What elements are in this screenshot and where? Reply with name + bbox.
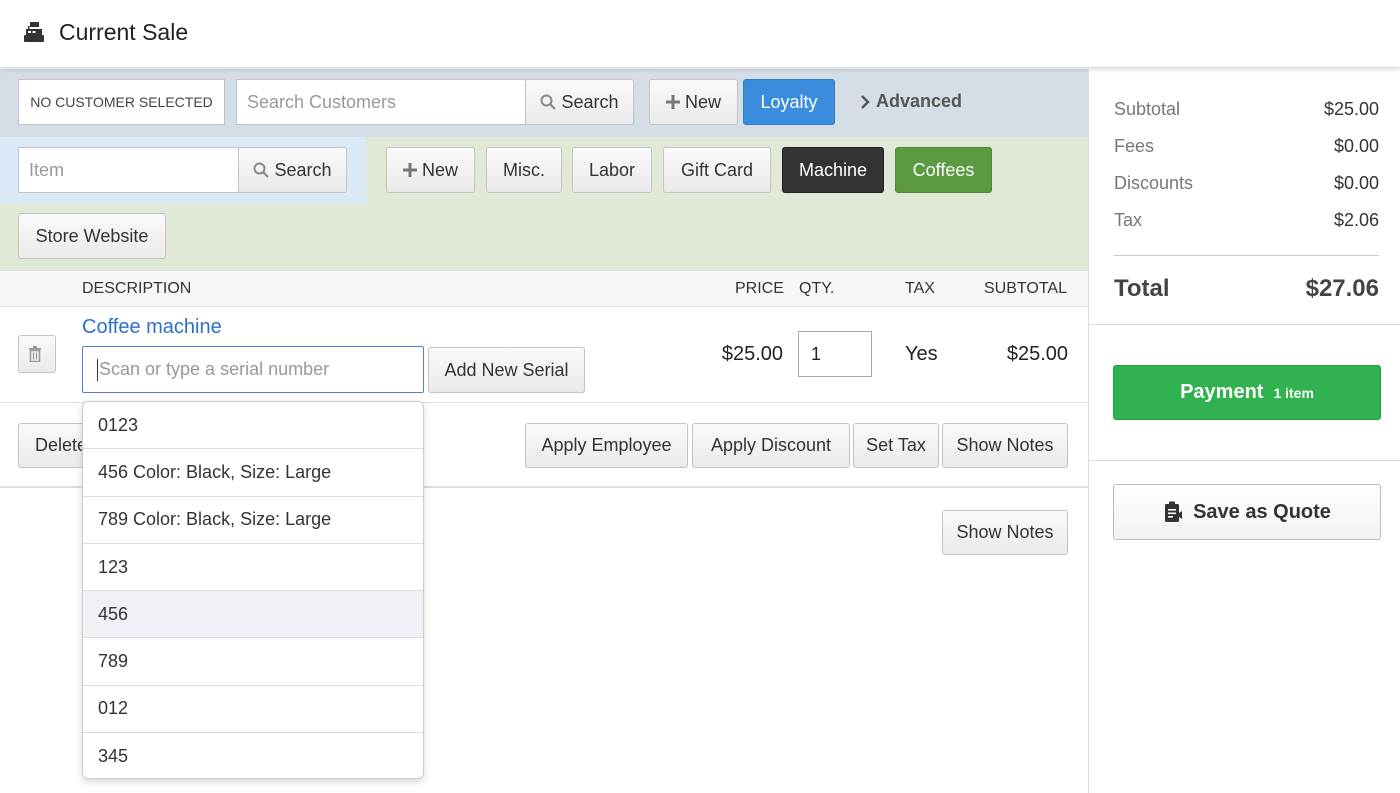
- list-item[interactable]: 123: [83, 544, 423, 592]
- quantity-input[interactable]: 1: [798, 331, 872, 377]
- item-search-input[interactable]: Item: [18, 147, 239, 193]
- total-value: $27.06: [1305, 275, 1379, 302]
- panel-divider: [1089, 460, 1400, 461]
- customer-search-input[interactable]: Search Customers: [236, 79, 526, 125]
- customer-status[interactable]: NO CUSTOMER SELECTED: [18, 79, 225, 125]
- apply-employee-button[interactable]: Apply Employee: [525, 423, 688, 468]
- machine-button[interactable]: Machine: [782, 147, 884, 193]
- coffees-button[interactable]: Coffees: [895, 147, 992, 193]
- plus-icon: [402, 163, 417, 177]
- serial-dropdown: 0123 456 Color: Black, Size: Large 789 C…: [82, 401, 424, 779]
- sale-show-notes-button[interactable]: Show Notes: [942, 510, 1068, 555]
- list-item[interactable]: 012: [83, 686, 423, 734]
- tax-row: Tax $2.06: [1114, 210, 1379, 231]
- item-search-label: Search: [274, 159, 332, 180]
- gift-card-button[interactable]: Gift Card: [663, 147, 771, 193]
- plus-icon: [665, 95, 680, 109]
- search-icon: [540, 94, 557, 110]
- item-price: $25.00: [721, 343, 783, 365]
- list-item[interactable]: 0123: [83, 402, 423, 450]
- misc-button[interactable]: Misc.: [486, 147, 562, 193]
- summary-divider: [1114, 255, 1379, 256]
- payment-button[interactable]: Payment 1 item: [1113, 365, 1381, 420]
- chevron-right-icon: [861, 94, 870, 109]
- new-item-button[interactable]: New: [386, 147, 475, 193]
- total-label: Total: [1114, 275, 1170, 302]
- sale-summary-panel: Subtotal $25.00 Fees $0.00 Discounts $0.…: [1088, 69, 1400, 793]
- new-customer-label: New: [684, 91, 721, 112]
- col-subtotal: SUBTOTAL: [984, 280, 1067, 297]
- payment-item-count: 1 item: [1273, 384, 1314, 401]
- discounts-row: Discounts $0.00: [1114, 173, 1379, 194]
- list-item[interactable]: 789 Color: Black, Size: Large: [83, 497, 423, 544]
- customer-search-label: Search: [561, 91, 619, 112]
- subtotal-label: Subtotal: [1114, 99, 1181, 119]
- remove-item-button[interactable]: [18, 335, 56, 373]
- item-name-link[interactable]: Coffee machine: [82, 316, 222, 339]
- col-qty: QTY.: [799, 280, 835, 297]
- line-items-header: DESCRIPTION PRICE QTY. TAX SUBTOTAL: [0, 270, 1088, 307]
- payment-label: Payment: [1180, 381, 1264, 403]
- customer-search-button[interactable]: Search: [525, 79, 634, 125]
- discounts-label: Discounts: [1114, 173, 1194, 193]
- item-subtotal: $25.00: [1006, 343, 1068, 365]
- item-search-button[interactable]: Search: [238, 147, 347, 193]
- store-website-button[interactable]: Store Website: [18, 213, 166, 259]
- panel-divider: [1089, 324, 1400, 325]
- set-tax-button[interactable]: Set Tax: [853, 423, 939, 468]
- add-new-serial-button[interactable]: Add New Serial: [428, 347, 585, 393]
- top-bar: Current Sale: [0, 0, 1400, 68]
- col-description: DESCRIPTION: [82, 280, 192, 297]
- new-item-label: New: [421, 159, 458, 180]
- tax-label: Tax: [1114, 210, 1143, 230]
- new-customer-button[interactable]: New: [649, 79, 738, 125]
- save-as-quote-label: Save as Quote: [1193, 500, 1331, 523]
- col-price: PRICE: [735, 280, 784, 297]
- text-cursor: [97, 358, 98, 381]
- subtotal-row: Subtotal $25.00: [1114, 99, 1379, 120]
- save-as-quote-button[interactable]: Save as Quote: [1113, 484, 1381, 540]
- labor-button[interactable]: Labor: [572, 147, 652, 193]
- list-item[interactable]: 456 Color: Black, Size: Large: [83, 449, 423, 497]
- advanced-label: Advanced: [876, 91, 963, 111]
- table-row: Coffee machine Scan or type a serial num…: [0, 307, 1088, 403]
- advanced-toggle[interactable]: Advanced: [860, 91, 962, 112]
- list-item[interactable]: 345: [83, 733, 423, 778]
- loyalty-button[interactable]: Loyalty: [743, 79, 835, 125]
- col-tax: TAX: [905, 280, 935, 297]
- fees-label: Fees: [1114, 136, 1155, 156]
- discounts-value: $0.00: [1333, 173, 1379, 193]
- trash-icon: [28, 346, 41, 362]
- item-tax: Yes: [905, 343, 938, 365]
- customer-bar: NO CUSTOMER SELECTED Search Customers Se…: [0, 69, 1088, 137]
- list-item[interactable]: 456: [83, 591, 423, 639]
- serial-placeholder: Scan or type a serial number: [99, 359, 330, 379]
- subtotal-value: $25.00: [1323, 99, 1379, 119]
- item-search-area: Item Search: [0, 137, 366, 204]
- show-notes-button[interactable]: Show Notes: [942, 423, 1068, 468]
- clipboard-icon: [1165, 501, 1183, 522]
- serial-number-input[interactable]: Scan or type a serial number: [82, 346, 424, 393]
- search-icon: [253, 162, 270, 178]
- list-item[interactable]: 789: [83, 638, 423, 686]
- apply-discount-button[interactable]: Apply Discount: [692, 423, 850, 468]
- page-title: Current Sale: [59, 19, 189, 45]
- cash-register-icon: [24, 22, 44, 42]
- fees-value: $0.00: [1333, 136, 1379, 156]
- tax-value: $2.06: [1333, 210, 1379, 230]
- item-bar: Item Search New Misc. Labor Gift Card Ma…: [0, 137, 1088, 270]
- total-row: Total $27.06: [1114, 275, 1379, 303]
- fees-row: Fees $0.00: [1114, 136, 1379, 157]
